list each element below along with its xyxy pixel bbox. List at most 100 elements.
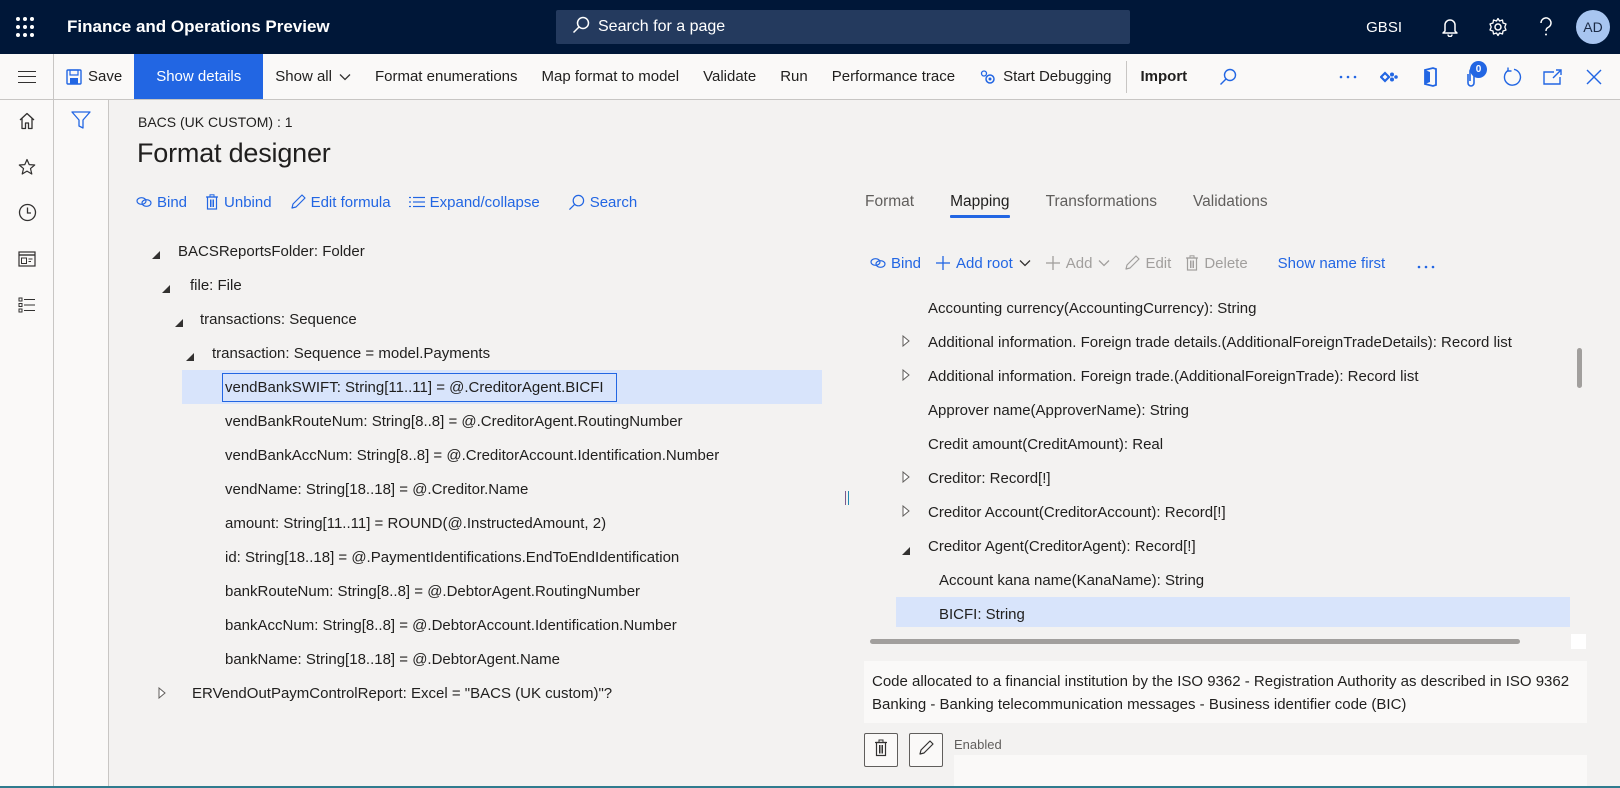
format-tree-node[interactable]: bankName: String[18..18] = @.DebtorAgent…	[130, 642, 842, 676]
refresh-icon[interactable]	[1491, 54, 1532, 99]
search-button[interactable]: Search	[568, 194, 637, 211]
nav-workspaces[interactable]	[0, 238, 54, 284]
more-options-icon[interactable]	[1327, 54, 1368, 99]
tab-mapping[interactable]: Mapping	[950, 186, 1011, 222]
format-tree-node[interactable]: BACSReportsFolder: Folder	[130, 234, 842, 268]
data-model-tree-node[interactable]: Account kana name(KanaName): String	[896, 563, 1570, 597]
enabled-label: Enabled	[954, 737, 1002, 752]
delete-button[interactable]: Delete	[1185, 255, 1248, 272]
map-format-to-model-button[interactable]: Map format to model	[530, 54, 692, 99]
format-tree-node[interactable]: vendName: String[18..18] = @.Creditor.Na…	[130, 472, 842, 506]
bind-button[interactable]: Bind	[136, 194, 187, 211]
format-tree-node[interactable]: bankRouteNum: String[8..8] = @.DebtorAge…	[130, 574, 842, 608]
expanded-caret-icon[interactable]	[186, 348, 196, 361]
chevron-down-icon	[339, 73, 351, 81]
save-button[interactable]: Save	[54, 54, 134, 99]
validate-button[interactable]: Validate	[691, 54, 768, 99]
data-model-tree-node[interactable]: Additional information. Foreign trade de…	[896, 325, 1570, 359]
format-tree-node[interactable]: ERVendOutPaymControlReport: Excel = "BAC…	[130, 676, 842, 710]
expanded-caret-icon[interactable]	[162, 280, 172, 293]
collapsed-caret-icon[interactable]	[902, 470, 910, 487]
format-tree-node[interactable]: vendBankSWIFT: String[11..11] = @.Credit…	[182, 370, 822, 404]
data-model-tree-node[interactable]: Credit amount(CreditAmount): Real	[896, 427, 1570, 461]
collapsed-caret-icon[interactable]	[902, 504, 910, 521]
more-options-icon[interactable]	[1417, 253, 1435, 274]
action-search-button[interactable]	[1199, 54, 1249, 99]
data-model-tree-node[interactable]: Additional information. Foreign trade.(A…	[896, 359, 1570, 393]
tab-transformations[interactable]: Transformations	[1046, 186, 1157, 222]
hamburger-menu-icon[interactable]	[0, 54, 54, 99]
expanded-caret-icon[interactable]	[152, 246, 162, 259]
data-model-tree-node[interactable]: BICFI: String	[896, 597, 1570, 627]
format-tree-node[interactable]: transaction: Sequence = model.Payments	[130, 336, 842, 370]
performance-trace-button[interactable]: Performance trace	[820, 54, 967, 99]
attachments-icon[interactable]: 0	[1450, 54, 1491, 99]
help-icon[interactable]	[1522, 0, 1570, 54]
open-in-new-window-icon[interactable]	[1532, 54, 1573, 99]
format-tree-node-label: vendBankSWIFT: String[11..11] = @.Credit…	[222, 372, 617, 402]
tab-validations[interactable]: Validations	[1193, 186, 1268, 222]
nav-recent[interactable]	[0, 192, 54, 238]
edit-formula-button[interactable]: Edit formula	[290, 194, 391, 211]
unbind-button[interactable]: Unbind	[205, 194, 272, 211]
save-label: Save	[88, 68, 123, 85]
format-tree-node[interactable]: transactions: Sequence	[130, 302, 842, 336]
enabled-field[interactable]	[954, 755, 1587, 788]
import-button[interactable]: Import	[1129, 54, 1200, 99]
vertical-scrollbar[interactable]	[1577, 348, 1582, 388]
user-avatar[interactable]: AD	[1576, 10, 1610, 44]
expanded-caret-icon[interactable]	[175, 314, 185, 327]
nav-favorites[interactable]	[0, 146, 54, 192]
format-tree-node[interactable]: file: File	[130, 268, 842, 302]
format-enumerations-button[interactable]: Format enumerations	[363, 54, 530, 99]
office-icon[interactable]	[1409, 54, 1450, 99]
add-dropdown[interactable]: Add	[1045, 255, 1111, 272]
app-title[interactable]: Finance and Operations Preview	[67, 17, 330, 37]
pencil-icon	[918, 739, 934, 761]
format-tree-node[interactable]: vendBankAccNum: String[8..8] = @.Credito…	[130, 438, 842, 472]
close-icon[interactable]	[1573, 54, 1614, 99]
breadcrumb: BACS (UK CUSTOM) : 1	[138, 114, 293, 130]
start-debugging-button[interactable]: Start Debugging	[967, 54, 1123, 99]
edit-button[interactable]: Edit	[1124, 255, 1171, 272]
link-icon	[136, 196, 152, 208]
mapping-bind-button[interactable]: Bind	[870, 255, 921, 272]
data-model-tree-node-label: Creditor Account(CreditorAccount): Recor…	[928, 503, 1226, 521]
app-launcher-icon[interactable]	[16, 16, 38, 38]
show-name-first-button[interactable]: Show name first	[1278, 255, 1386, 272]
data-model-tree-node[interactable]: Creditor Agent(CreditorAgent): Record[!]	[896, 529, 1570, 563]
format-tree-node[interactable]: amount: String[11..11] = ROUND(@.Instruc…	[130, 506, 842, 540]
collapsed-caret-icon[interactable]	[902, 334, 910, 351]
collapsed-caret-icon[interactable]	[158, 686, 168, 700]
show-all-dropdown[interactable]: Show all	[263, 54, 363, 99]
filter-button[interactable]	[54, 100, 108, 144]
nav-home[interactable]	[0, 100, 54, 146]
pane-splitter[interactable]	[845, 491, 849, 505]
edit-binding-button[interactable]	[909, 733, 943, 767]
expand-collapse-button[interactable]: Expand/collapse	[408, 194, 540, 211]
horizontal-scrollbar[interactable]	[870, 639, 1520, 644]
delete-binding-button[interactable]	[864, 733, 898, 767]
search-icon	[568, 194, 585, 211]
power-apps-icon[interactable]	[1368, 54, 1409, 99]
data-model-tree-node[interactable]: Approver name(ApproverName): String	[896, 393, 1570, 427]
nav-modules[interactable]	[0, 284, 54, 330]
start-debugging-label: Start Debugging	[1003, 68, 1112, 85]
notifications-bell-icon[interactable]	[1426, 0, 1474, 54]
show-details-button[interactable]: Show details	[134, 54, 264, 99]
format-tree-node[interactable]: bankAccNum: String[8..8] = @.DebtorAccou…	[130, 608, 842, 642]
expanded-caret-icon[interactable]	[902, 542, 910, 559]
format-tree-node[interactable]: id: String[18..18] = @.PaymentIdentifica…	[130, 540, 842, 574]
settings-gear-icon[interactable]	[1474, 0, 1522, 54]
add-root-dropdown[interactable]: Add root	[935, 255, 1031, 272]
page-search-input[interactable]: Search for a page	[556, 10, 1130, 44]
data-model-tree-node[interactable]: Creditor: Record[!]	[896, 461, 1570, 495]
format-tree-node[interactable]: vendBankRouteNum: String[8..8] = @.Credi…	[130, 404, 842, 438]
data-model-tree-node[interactable]: Creditor Account(CreditorAccount): Recor…	[896, 495, 1570, 529]
run-button[interactable]: Run	[768, 54, 820, 99]
tab-format[interactable]: Format	[865, 186, 914, 222]
collapsed-caret-icon[interactable]	[902, 368, 910, 385]
data-model-tree-node[interactable]: Accounting currency(AccountingCurrency):…	[896, 291, 1570, 325]
company-picker[interactable]: GBSI	[1366, 19, 1402, 36]
action-pane: Save Show details Show all Format enumer…	[0, 54, 1620, 100]
